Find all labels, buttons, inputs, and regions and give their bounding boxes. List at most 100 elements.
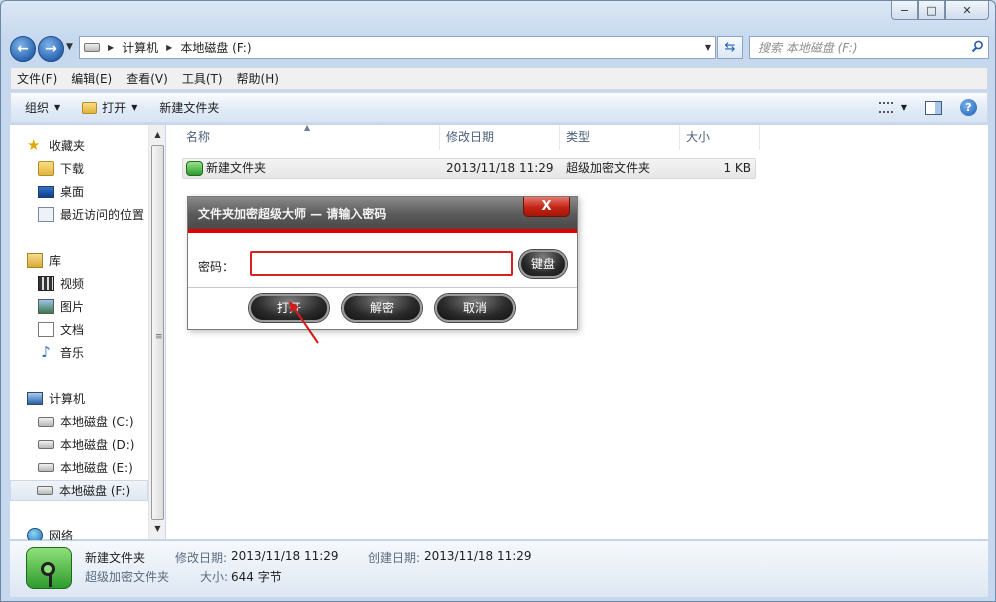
computer-icon xyxy=(27,392,43,405)
star-icon: ★ xyxy=(27,136,41,154)
decrypt-button[interactable]: 解密 xyxy=(342,294,422,322)
key-icon xyxy=(41,562,55,576)
open-folder-icon xyxy=(82,101,98,114)
table-row[interactable]: 新建文件夹 2013/11/18 11:29 超级加密文件夹 1 KB xyxy=(182,158,756,179)
file-size: 1 KB xyxy=(723,161,751,175)
nav-desktop[interactable]: 桌面 xyxy=(38,181,84,202)
menu-view[interactable]: 查看(V) xyxy=(126,70,168,87)
new-folder-button[interactable]: 新建文件夹 xyxy=(153,99,225,116)
nav-downloads-label: 下载 xyxy=(60,162,85,176)
search-box[interactable]: 搜索 本地磁盘 (F:) xyxy=(749,36,989,59)
arrow-right-icon: → xyxy=(45,41,57,57)
scroll-up-arrow-icon[interactable]: ▲ xyxy=(150,127,165,143)
drive-icon xyxy=(84,43,100,52)
pictures-icon xyxy=(38,299,54,314)
libraries-icon xyxy=(27,253,43,268)
details-pane: 新建文件夹 超级加密文件夹 修改日期: 2013/11/18 11:29 创建日… xyxy=(10,540,988,597)
file-type: 超级加密文件夹 xyxy=(566,161,651,175)
nav-drive-e[interactable]: 本地磁盘 (E:) xyxy=(38,457,133,478)
open-button[interactable]: 打开 ▼ xyxy=(76,99,143,116)
red-arrow-annotation xyxy=(289,301,319,344)
open-label: 打开 xyxy=(102,101,127,115)
chevron-down-icon: ▼ xyxy=(54,103,61,112)
menu-tools[interactable]: 工具(T) xyxy=(182,70,223,87)
back-button[interactable]: ← xyxy=(10,36,36,62)
change-view-button[interactable]: ▼ xyxy=(878,102,907,113)
forward-button[interactable]: → xyxy=(38,36,64,62)
minimize-button[interactable]: − xyxy=(891,1,918,20)
nav-videos[interactable]: 视频 xyxy=(38,273,84,294)
chevron-down-icon: ▼ xyxy=(900,103,907,112)
caption-buttons: − □ ✕ xyxy=(891,1,989,20)
chevron-right-icon[interactable]: ▶ xyxy=(166,43,172,52)
nav-libraries[interactable]: 库 xyxy=(27,250,61,271)
grip-icon: ≡ xyxy=(155,332,163,342)
details-modified-label: 修改日期: xyxy=(175,551,228,565)
column-size[interactable]: 大小 xyxy=(680,125,760,150)
menu-edit[interactable]: 编辑(E) xyxy=(71,70,112,87)
organize-button[interactable]: 组织 ▼ xyxy=(19,99,66,116)
column-type[interactable]: 类型 xyxy=(560,125,680,150)
nav-downloads[interactable]: 下载 xyxy=(38,158,84,179)
address-row: ← → ▼ ▶ 计算机 ▶ 本地磁盘 (F:) ▼ ⇆ 搜索 本地磁盘 (F:) xyxy=(1,31,995,64)
new-folder-label: 新建文件夹 xyxy=(159,101,220,115)
menu-bar: 文件(F) 编辑(E) 查看(V) 工具(T) 帮助(H) xyxy=(10,67,988,90)
cancel-button[interactable]: 取消 xyxy=(435,294,515,322)
close-window-button[interactable]: ✕ xyxy=(945,1,989,20)
preview-pane-icon[interactable] xyxy=(925,100,942,115)
nav-drive-d-label: 本地磁盘 (D:) xyxy=(60,438,135,452)
recent-pages-dropdown[interactable]: ▼ xyxy=(66,42,73,52)
nav-drive-f-label: 本地磁盘 (F:) xyxy=(59,484,131,498)
command-bar-right: ▼ ? xyxy=(878,99,977,116)
nav-scrollbar[interactable]: ▲ ≡ ▼ xyxy=(148,125,165,539)
nav-favorites[interactable]: ★ 收藏夹 xyxy=(27,135,85,156)
nav-documents-label: 文档 xyxy=(60,323,85,337)
scroll-down-arrow-icon[interactable]: ▼ xyxy=(150,521,165,537)
file-name: 新建文件夹 xyxy=(206,161,267,175)
refresh-icon: ⇆ xyxy=(724,40,736,55)
sort-ascending-icon: ▲ xyxy=(304,123,311,132)
video-icon xyxy=(38,276,54,291)
address-bar[interactable]: ▶ 计算机 ▶ 本地磁盘 (F:) ▼ xyxy=(79,36,716,59)
nav-favorites-label: 收藏夹 xyxy=(49,139,86,153)
password-field[interactable] xyxy=(250,251,513,276)
drive-icon xyxy=(38,440,54,449)
drive-icon xyxy=(37,486,53,495)
column-modified[interactable]: 修改日期 xyxy=(440,125,560,150)
address-history-dropdown[interactable]: ▼ xyxy=(705,43,711,52)
dialog-accent-bar xyxy=(188,229,577,233)
details-created-label: 创建日期: xyxy=(368,551,421,565)
breadcrumb-drive-f[interactable]: 本地磁盘 (F:) xyxy=(180,39,251,56)
menu-help[interactable]: 帮助(H) xyxy=(237,70,279,87)
details-name: 新建文件夹 xyxy=(85,551,146,565)
view-icon xyxy=(878,102,893,113)
password-label: 密码： xyxy=(198,260,235,274)
nav-drive-d[interactable]: 本地磁盘 (D:) xyxy=(38,434,134,455)
column-headers: 名称 ▲ 修改日期 类型 大小 xyxy=(166,123,766,150)
maximize-button[interactable]: □ xyxy=(918,1,945,20)
nav-computer[interactable]: 计算机 xyxy=(27,388,85,409)
chevron-right-icon[interactable]: ▶ xyxy=(108,43,114,52)
drive-icon xyxy=(38,463,54,472)
file-modified: 2013/11/18 11:29 xyxy=(446,161,554,175)
nav-videos-label: 视频 xyxy=(60,277,85,291)
nav-documents[interactable]: 文档 xyxy=(38,319,84,340)
nav-pictures[interactable]: 图片 xyxy=(38,296,84,317)
nav-drive-f[interactable]: 本地磁盘 (F:) xyxy=(10,480,148,501)
explorer-window: − □ ✕ ← → ▼ ▶ 计算机 ▶ 本地磁盘 (F:) ▼ ⇆ 搜索 本地磁… xyxy=(0,0,996,602)
search-icon[interactable] xyxy=(971,40,984,53)
details-size-label: 大小: xyxy=(200,570,229,584)
nav-music[interactable]: ♪ 音乐 xyxy=(38,342,84,363)
keyboard-button[interactable]: 键盘 xyxy=(519,250,567,278)
breadcrumb-computer[interactable]: 计算机 xyxy=(122,39,158,56)
scroll-thumb[interactable]: ≡ xyxy=(151,145,164,520)
dialog-close-button[interactable]: X xyxy=(523,197,570,217)
nav-drive-c[interactable]: 本地磁盘 (C:) xyxy=(38,411,134,432)
nav-recent-places[interactable]: 最近访问的位置 xyxy=(38,204,144,225)
refresh-button[interactable]: ⇆ xyxy=(717,36,743,59)
help-icon[interactable]: ? xyxy=(960,99,977,116)
details-modified-value: 2013/11/18 11:29 xyxy=(231,549,339,563)
menu-file[interactable]: 文件(F) xyxy=(17,70,57,87)
nav-recent-label: 最近访问的位置 xyxy=(60,208,145,222)
command-bar: 组织 ▼ 打开 ▼ 新建文件夹 ▼ ? xyxy=(10,92,988,123)
